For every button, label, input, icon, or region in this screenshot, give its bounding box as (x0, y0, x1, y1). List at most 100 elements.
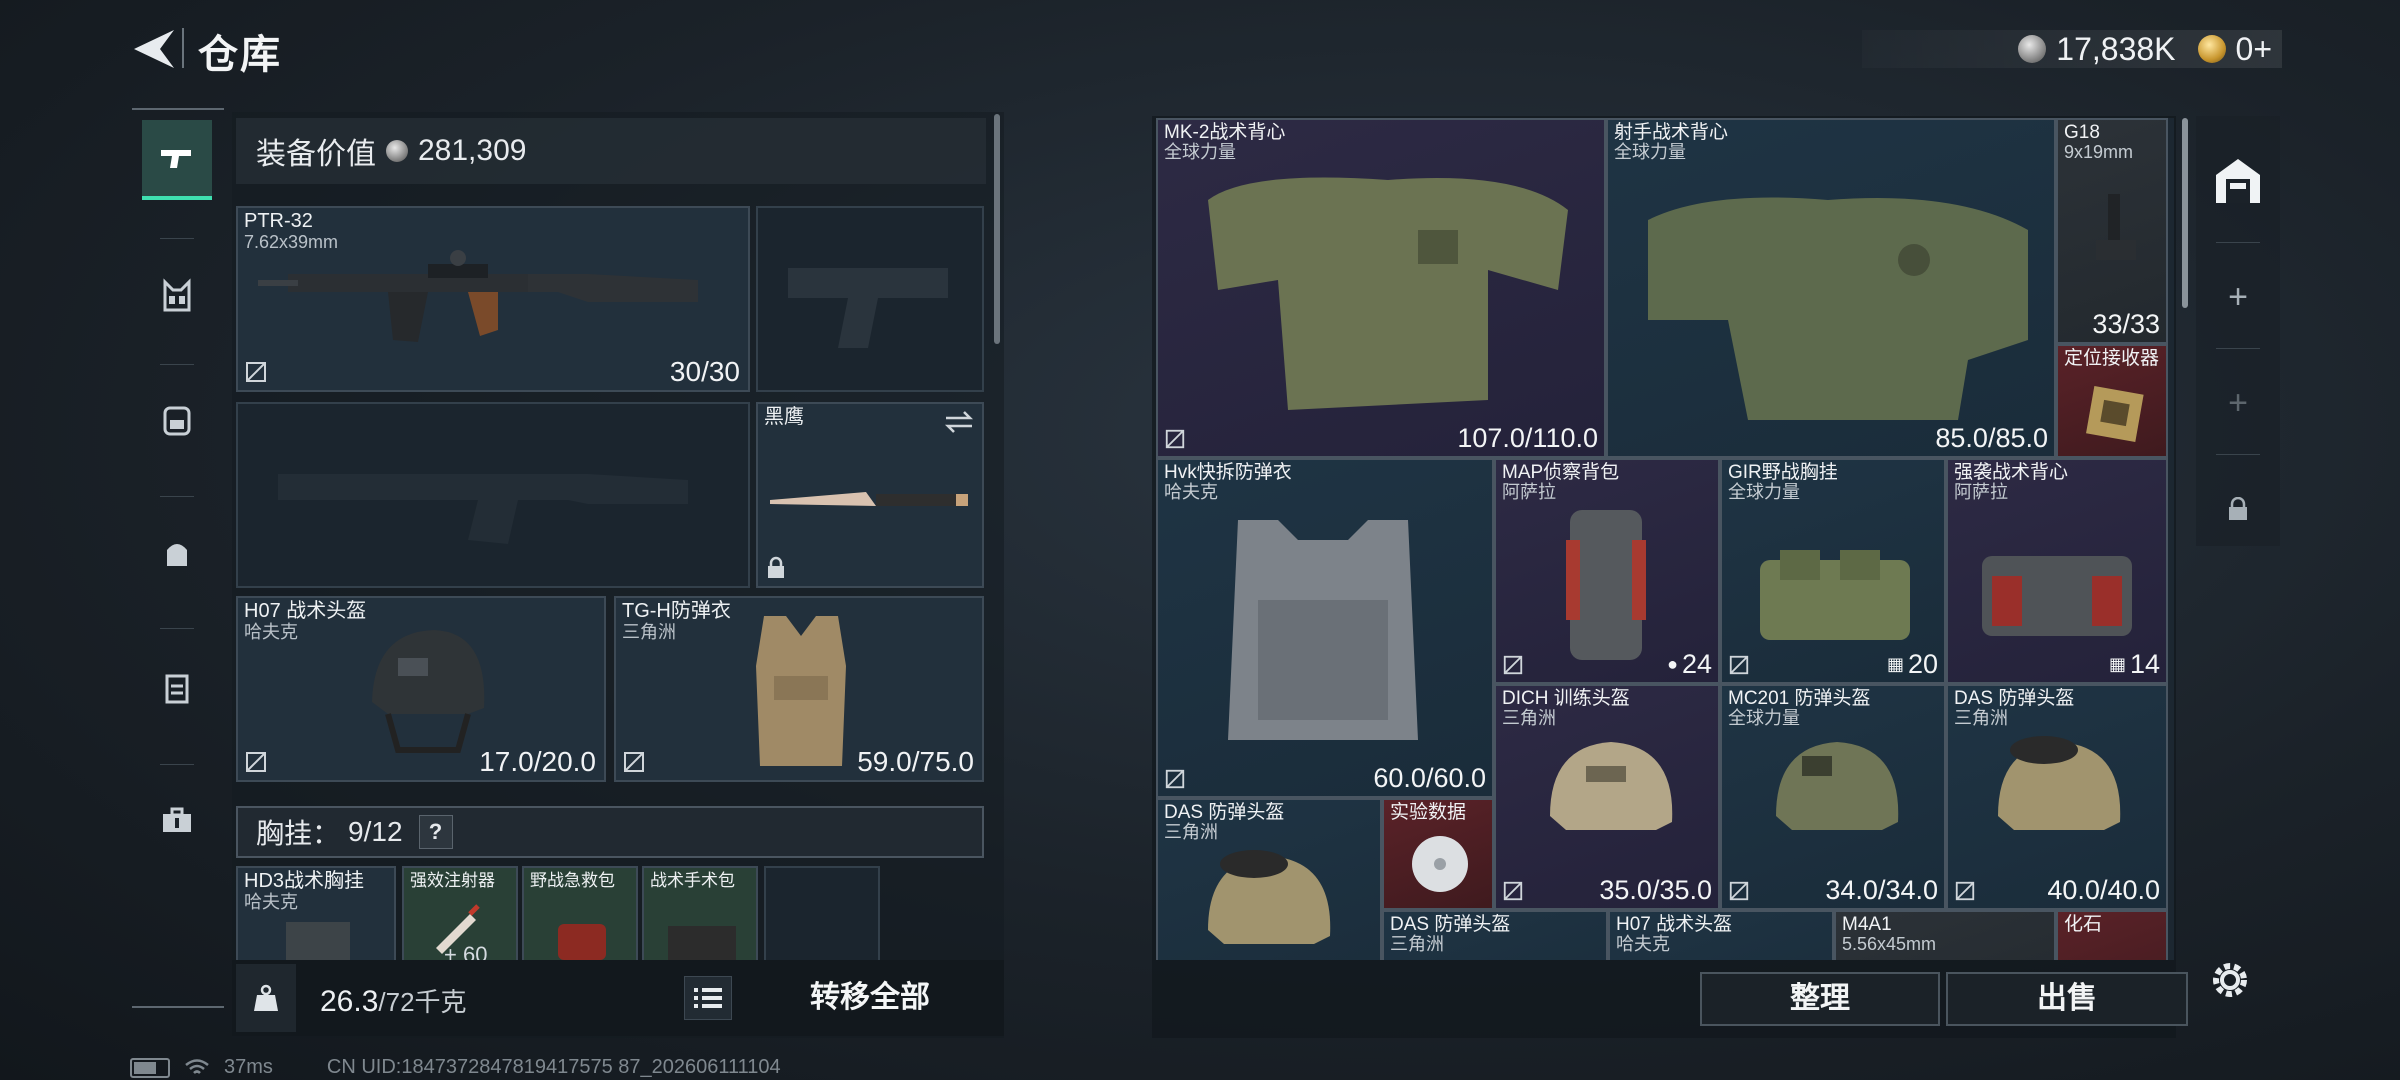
equipment-value-bar: 装备价值 281,309 (236, 118, 986, 184)
weight-max: /72千克 (378, 987, 467, 1017)
stash-grid: MK-2战术背心 全球力量 107.0/110.0 射手战术背心 全球力量 85… (1156, 118, 2174, 960)
injector-name: 强效注射器 (410, 871, 495, 890)
receiver-image (2086, 386, 2144, 442)
stash-item[interactable]: H07 战术头盔 哈夫克 (1608, 910, 1834, 960)
helmet-image (1550, 742, 1673, 830)
primary-weapon-slot[interactable]: PTR-32 7.62x39mm 30/30 (236, 206, 750, 392)
injector-slot[interactable]: 强效注射器 + 60 (402, 866, 518, 966)
insured-icon (246, 362, 266, 382)
chest-rig-bar: 胸挂： 9/12 ? (236, 806, 984, 858)
armor-vest-image (756, 616, 846, 766)
first-aid-kit-image (558, 924, 606, 960)
wifi-icon (185, 1058, 209, 1074)
gold-coin-icon (2197, 35, 2226, 63)
status-line: 37ms CN UID:1847372847819417575 87_20260… (130, 1056, 781, 1079)
transfer-all-button[interactable]: 转移全部 (760, 972, 980, 1024)
rig-slot[interactable]: HD3战术胸挂 哈夫克 (236, 866, 396, 966)
pistol-image (2096, 194, 2136, 260)
helmet-image (1998, 736, 2121, 830)
stash-item[interactable]: 定位接收器 (2056, 344, 2168, 458)
helmet-brand: 哈夫克 (244, 622, 298, 642)
stash-tab-main[interactable] (2204, 136, 2272, 226)
warehouse-icon (2216, 159, 2260, 203)
stash-item[interactable]: MAP侦察背包 阿萨拉 ● 24 (1494, 458, 1720, 684)
vest-image (1648, 197, 2028, 420)
sell-button[interactable]: 出售 (1946, 972, 2188, 1026)
insured-icon (624, 752, 644, 772)
insured-icon (1503, 881, 1523, 901)
stash-item[interactable]: 射手战术背心 全球力量 85.0/85.0 (1606, 118, 2056, 458)
help-button[interactable]: ? (418, 815, 453, 849)
back-button[interactable] (130, 28, 178, 70)
armor-slot[interactable]: TG-H防弹衣 三角洲 59.0/75.0 (614, 596, 984, 782)
secondary-weapon-slot[interactable] (236, 402, 750, 588)
silver-coin-icon (2018, 35, 2047, 63)
toolbox-icon (163, 807, 191, 832)
pouch-icon (167, 544, 187, 566)
tab-weapons[interactable] (142, 120, 212, 200)
tab-medkit[interactable] (142, 780, 212, 860)
stash-item[interactable]: M4A1 5.56x45mm (1834, 910, 2056, 960)
insured-icon (1729, 655, 1749, 675)
stash-item[interactable]: MC201 防弹头盔 全球力量 34.0/34.0 (1720, 684, 1946, 910)
tab-backpack[interactable] (142, 380, 212, 460)
chest-rig-label: 胸挂： (256, 818, 341, 849)
stash-item[interactable]: 强袭战术背心 阿萨拉 ▦ 14 (1946, 458, 2168, 684)
stash-item[interactable]: GIR野战胸挂 全球力量 ▦ 20 (1720, 458, 1946, 684)
helmet-name: H07 战术头盔 (244, 600, 367, 622)
swap-icon[interactable] (944, 410, 974, 434)
first-aid-slot[interactable]: 野战急救包 (522, 866, 638, 966)
gold-amount[interactable]: 0+ (2236, 31, 2272, 68)
tab-pouch[interactable] (142, 514, 212, 594)
list-view-button[interactable] (684, 976, 732, 1020)
sort-button[interactable]: 整理 (1700, 972, 1940, 1026)
backpack-icon (163, 406, 191, 436)
pistol-slot[interactable] (756, 206, 984, 392)
stash-item[interactable]: MK-2战术背心 全球力量 107.0/110.0 (1156, 118, 1606, 458)
weight-icon (254, 984, 278, 1011)
helmet-image (1208, 850, 1331, 944)
weight-value: 26.3 (320, 985, 379, 1018)
helmet-durability: 17.0/20.0 (479, 746, 596, 777)
knife-image (770, 492, 968, 506)
stash-tabs: + + (2196, 116, 2280, 546)
stash-item[interactable]: DAS 防弹头盔 三角洲 40.0/40.0 (1946, 684, 2168, 910)
stash-item[interactable]: DAS 防弹头盔 三角洲 (1382, 910, 1608, 960)
silver-coin-icon (386, 140, 408, 162)
rig-image (286, 922, 350, 964)
uid-text: CN UID:1847372847819417575 87_2026061111… (326, 1056, 781, 1078)
disc-image (1412, 836, 1468, 892)
loadout-scrollbar[interactable] (994, 114, 1000, 344)
stash-item[interactable]: DAS 防弹头盔 三角洲 (1156, 798, 1382, 960)
weight-readout: 26.3/72千克 (320, 982, 467, 1019)
empty-rig-slot[interactable] (764, 866, 880, 966)
stash-item[interactable]: Hvk快拆防弹衣 哈夫克 60.0/60.0 (1156, 458, 1494, 798)
equipment-value: 281,309 (418, 134, 527, 167)
surgery-kit-slot[interactable]: 战术手术包 (642, 866, 758, 966)
stash-tab-add-2[interactable]: + (2204, 358, 2272, 448)
vest-image (1208, 177, 1568, 410)
tab-chest-rig[interactable] (142, 256, 212, 336)
stash-item[interactable]: 实验数据 (1382, 798, 1494, 910)
stash-tab-locked[interactable] (2204, 464, 2272, 554)
settings-button[interactable] (2206, 956, 2254, 1004)
rig-item-brand: 哈夫克 (244, 892, 298, 912)
primary-weapon-ammo: 30/30 (669, 356, 740, 387)
helmet-slot[interactable]: H07 战术头盔 哈夫克 17.0/20.0 (236, 596, 606, 782)
case-icon (165, 674, 189, 704)
stash-item[interactable]: G18 9x19mm 33/33 (2056, 118, 2168, 344)
stash-tab-add-1[interactable]: + (2204, 252, 2272, 342)
battery-icon (130, 1057, 170, 1078)
surgery-kit-name: 战术手术包 (650, 871, 735, 890)
tab-safebox[interactable] (142, 648, 212, 728)
plus-icon: + (2228, 277, 2248, 316)
stash-item[interactable]: DICH 训练头盔 三角洲 35.0/35.0 (1494, 684, 1720, 910)
armor-durability: 59.0/75.0 (857, 746, 974, 777)
list-icon (694, 988, 722, 1008)
rifle-image (258, 250, 698, 342)
knife-slot[interactable]: 黑鹰 (756, 402, 984, 588)
insured-icon (246, 752, 266, 772)
title-divider (182, 28, 184, 68)
stash-item[interactable]: 化石 (2056, 910, 2168, 960)
stash-scrollbar[interactable] (2182, 118, 2188, 308)
